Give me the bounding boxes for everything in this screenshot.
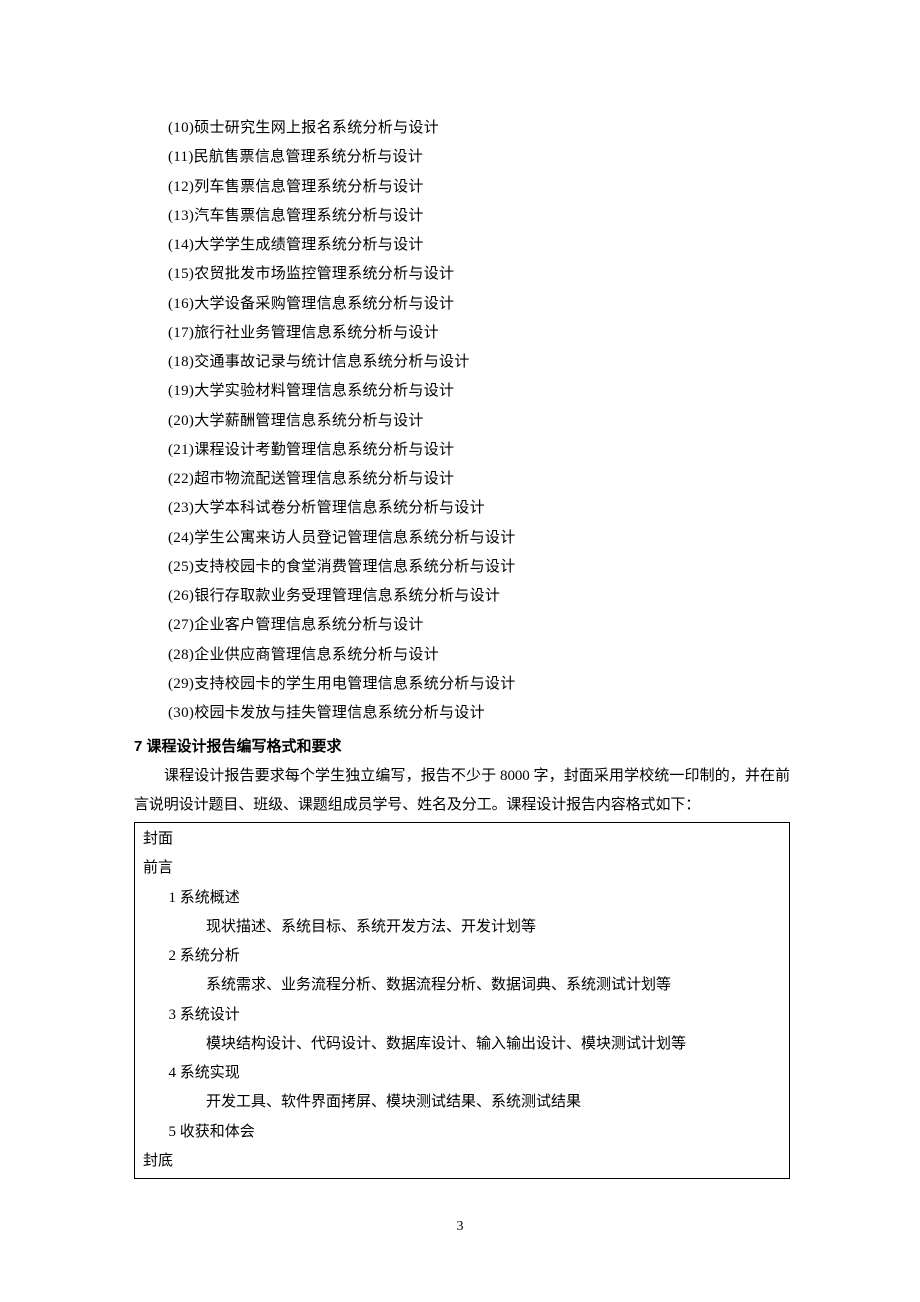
- format-line: 2 系统分析: [143, 942, 781, 971]
- numbered-topic-list: (10)硕士研究生网上报名系统分析与设计(11)民航售票信息管理系统分析与设计(…: [134, 114, 790, 728]
- page-number: 3: [0, 1213, 920, 1240]
- topic-item: (23)大学本科试卷分析管理信息系统分析与设计: [168, 494, 790, 523]
- topic-item: (14)大学学生成绩管理系统分析与设计: [168, 231, 790, 260]
- format-line: 现状描述、系统目标、系统开发方法、开发计划等: [143, 913, 781, 942]
- topic-item: (13)汽车售票信息管理系统分析与设计: [168, 202, 790, 231]
- format-line: 4 系统实现: [143, 1059, 781, 1088]
- format-line: 1 系统概述: [143, 884, 781, 913]
- format-line: 模块结构设计、代码设计、数据库设计、输入输出设计、模块测试计划等: [143, 1030, 781, 1059]
- format-line: 开发工具、软件界面拷屏、模块测试结果、系统测试结果: [143, 1088, 781, 1117]
- topic-item: (29)支持校园卡的学生用电管理信息系统分析与设计: [168, 670, 790, 699]
- topic-item: (10)硕士研究生网上报名系统分析与设计: [168, 114, 790, 143]
- topic-item: (28)企业供应商管理信息系统分析与设计: [168, 641, 790, 670]
- topic-item: (19)大学实验材料管理信息系统分析与设计: [168, 377, 790, 406]
- document-page: (10)硕士研究生网上报名系统分析与设计(11)民航售票信息管理系统分析与设计(…: [0, 0, 920, 1302]
- intro-paragraph: 课程设计报告要求每个学生独立编写，报告不少于 8000 字，封面采用学校统一印制…: [134, 762, 790, 821]
- topic-item: (25)支持校园卡的食堂消费管理信息系统分析与设计: [168, 553, 790, 582]
- format-line: 5 收获和体会: [143, 1118, 781, 1147]
- topic-item: (26)银行存取款业务受理管理信息系统分析与设计: [168, 582, 790, 611]
- topic-item: (24)学生公寓来访人员登记管理信息系统分析与设计: [168, 524, 790, 553]
- topic-item: (18)交通事故记录与统计信息系统分析与设计: [168, 348, 790, 377]
- topic-item: (11)民航售票信息管理系统分析与设计: [168, 143, 790, 172]
- topic-item: (15)农贸批发市场监控管理系统分析与设计: [168, 260, 790, 289]
- format-line: 封面: [143, 825, 781, 854]
- topic-item: (16)大学设备采购管理信息系统分析与设计: [168, 290, 790, 319]
- report-format-box: 封面前言1 系统概述现状描述、系统目标、系统开发方法、开发计划等2 系统分析系统…: [134, 822, 790, 1179]
- topic-item: (12)列车售票信息管理系统分析与设计: [168, 173, 790, 202]
- topic-item: (17)旅行社业务管理信息系统分析与设计: [168, 319, 790, 348]
- topic-item: (20)大学薪酬管理信息系统分析与设计: [168, 407, 790, 436]
- format-line: 封底: [143, 1147, 781, 1176]
- topic-item: (27)企业客户管理信息系统分析与设计: [168, 611, 790, 640]
- format-line: 前言: [143, 854, 781, 883]
- format-line: 系统需求、业务流程分析、数据流程分析、数据词典、系统测试计划等: [143, 971, 781, 1000]
- topic-item: (30)校园卡发放与挂失管理信息系统分析与设计: [168, 699, 790, 728]
- topic-item: (21)课程设计考勤管理信息系统分析与设计: [168, 436, 790, 465]
- format-line: 3 系统设计: [143, 1001, 781, 1030]
- topic-item: (22)超市物流配送管理信息系统分析与设计: [168, 465, 790, 494]
- section-heading-7: 7 课程设计报告编写格式和要求: [134, 732, 790, 761]
